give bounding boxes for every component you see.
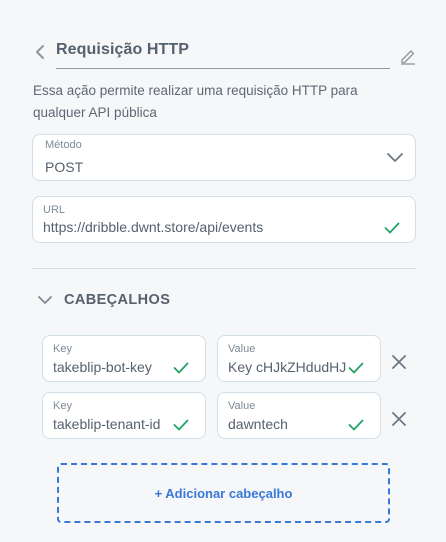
title-underline	[56, 68, 390, 69]
header-value-field[interactable]: Value Key cHJkZHdudHJ	[217, 335, 381, 382]
key-label: Key	[53, 343, 72, 355]
add-header-button[interactable]: + Adicionar cabeçalho	[57, 463, 390, 523]
url-value: https://dribble.dwnt.store/api/events	[43, 219, 264, 235]
check-icon	[384, 222, 400, 234]
page-title[interactable]: Requisição HTTP	[56, 41, 189, 59]
header-key-field[interactable]: Key takeblip-bot-key	[42, 335, 206, 382]
key-value: takeblip-bot-key	[53, 359, 152, 375]
add-header-label: + Adicionar cabeçalho	[154, 485, 293, 501]
method-label: Método	[45, 139, 82, 151]
key-label: Key	[53, 400, 72, 412]
chevron-down-icon[interactable]	[38, 295, 52, 305]
headers-section-title[interactable]: CABEÇALHOS	[64, 292, 170, 308]
remove-header-close-icon[interactable]	[392, 412, 406, 426]
url-field[interactable]: URL https://dribble.dwnt.store/api/event…	[32, 196, 416, 243]
check-icon	[173, 362, 189, 374]
method-value: POST	[45, 159, 84, 175]
value-label: Value	[228, 400, 256, 412]
section-divider	[32, 268, 416, 269]
description-text: Essa ação permite realizar uma requisiçã…	[33, 83, 358, 120]
key-value: takeblip-tenant-id	[53, 416, 161, 432]
header-value-field[interactable]: Value dawntech	[217, 392, 381, 439]
header-key-field[interactable]: Key takeblip-tenant-id	[42, 392, 206, 439]
check-icon	[348, 362, 364, 374]
value-value: Key cHJkZHdudHJ	[228, 359, 347, 375]
back-chevron-icon[interactable]	[34, 44, 46, 60]
remove-header-close-icon[interactable]	[392, 355, 406, 369]
check-icon	[173, 419, 189, 431]
url-label: URL	[43, 204, 66, 216]
value-value: dawntech	[228, 416, 288, 432]
chevron-down-icon[interactable]	[387, 153, 403, 163]
value-label: Value	[228, 343, 256, 355]
check-icon	[348, 419, 364, 431]
method-select[interactable]: Método POST	[32, 134, 416, 181]
pencil-icon[interactable]	[399, 47, 417, 65]
